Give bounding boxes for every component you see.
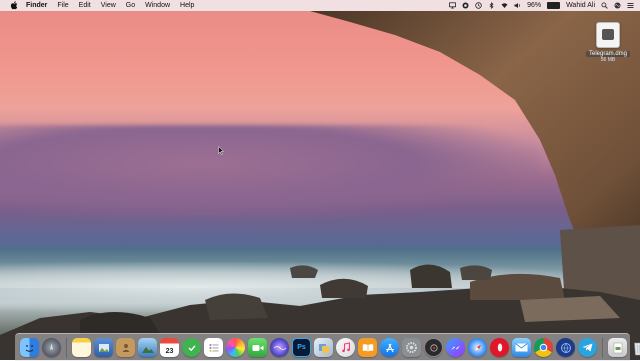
volume-icon[interactable] xyxy=(514,2,521,9)
messenger-icon[interactable] xyxy=(446,338,465,357)
mail-icon[interactable] xyxy=(512,338,531,357)
photos-icon[interactable] xyxy=(226,338,245,357)
dock-separator xyxy=(602,337,603,358)
screenflow-icon[interactable] xyxy=(424,338,443,357)
battery-percentage: 96% xyxy=(527,2,542,9)
menu-go[interactable]: Go xyxy=(126,2,135,9)
menu-bar: Finder File Edit View Go Window Help 96%… xyxy=(0,0,640,11)
safari-icon[interactable] xyxy=(468,338,487,357)
menu-window[interactable]: Window xyxy=(145,2,170,9)
app-store-icon[interactable] xyxy=(380,338,399,357)
battery-icon[interactable] xyxy=(547,2,561,9)
desktop-file-telegram-dmg[interactable]: Telegram.dmg 56 MB xyxy=(582,22,634,63)
downloads-icon[interactable] xyxy=(608,338,627,357)
siri-icon[interactable] xyxy=(614,2,621,9)
wallpaper-rocks xyxy=(0,11,640,360)
finder-icon[interactable] xyxy=(20,338,39,357)
photoshop-label: Ps xyxy=(297,344,306,351)
launchpad-icon[interactable] xyxy=(42,338,61,357)
menu-help[interactable]: Help xyxy=(180,2,194,9)
dock-separator xyxy=(66,337,67,358)
preview-images-icon[interactable] xyxy=(314,338,333,357)
iphoto-icon[interactable] xyxy=(138,338,157,357)
system-preferences-icon[interactable] xyxy=(402,338,421,357)
menu-file[interactable]: File xyxy=(57,2,68,9)
mouse-cursor-icon xyxy=(218,146,224,155)
dock: 23 Ps xyxy=(15,333,640,361)
mindnode-icon[interactable] xyxy=(182,338,201,357)
spotlight-icon[interactable] xyxy=(601,2,608,9)
calendar-icon[interactable]: 23 xyxy=(160,338,179,357)
itunes-icon[interactable] xyxy=(336,338,355,357)
disk-image-icon[interactable] xyxy=(596,22,620,48)
books-icon[interactable] xyxy=(358,338,377,357)
preview-icon[interactable] xyxy=(94,338,113,357)
photoshop-icon[interactable]: Ps xyxy=(292,338,311,357)
menu-view[interactable]: View xyxy=(101,2,116,9)
facetime-icon[interactable] xyxy=(248,338,267,357)
bluetooth-icon[interactable] xyxy=(488,2,495,9)
chrome-icon[interactable] xyxy=(534,338,553,357)
screen-mirroring-icon[interactable] xyxy=(449,2,456,9)
menu-edit[interactable]: Edit xyxy=(79,2,91,9)
wifi-icon[interactable] xyxy=(501,2,508,9)
notes-icon[interactable] xyxy=(72,338,91,357)
calendar-date: 23 xyxy=(165,348,174,355)
siri-icon[interactable] xyxy=(270,338,289,357)
menu-app-name[interactable]: Finder xyxy=(26,2,47,9)
telegram-icon[interactable] xyxy=(578,338,597,357)
trash-icon[interactable] xyxy=(630,338,640,357)
reminders-icon[interactable] xyxy=(204,338,223,357)
network-icon[interactable] xyxy=(556,338,575,357)
apple-icon[interactable] xyxy=(9,1,18,10)
desktop-wallpaper xyxy=(0,0,640,360)
file-size: 56 MB xyxy=(600,57,616,63)
time-machine-icon[interactable] xyxy=(475,2,482,9)
contacts-icon[interactable] xyxy=(116,338,135,357)
notification-center-icon[interactable] xyxy=(627,2,634,9)
opera-icon[interactable] xyxy=(490,338,509,357)
user-name[interactable]: Wahid Ali xyxy=(566,2,595,9)
creative-cloud-icon[interactable] xyxy=(462,2,469,9)
